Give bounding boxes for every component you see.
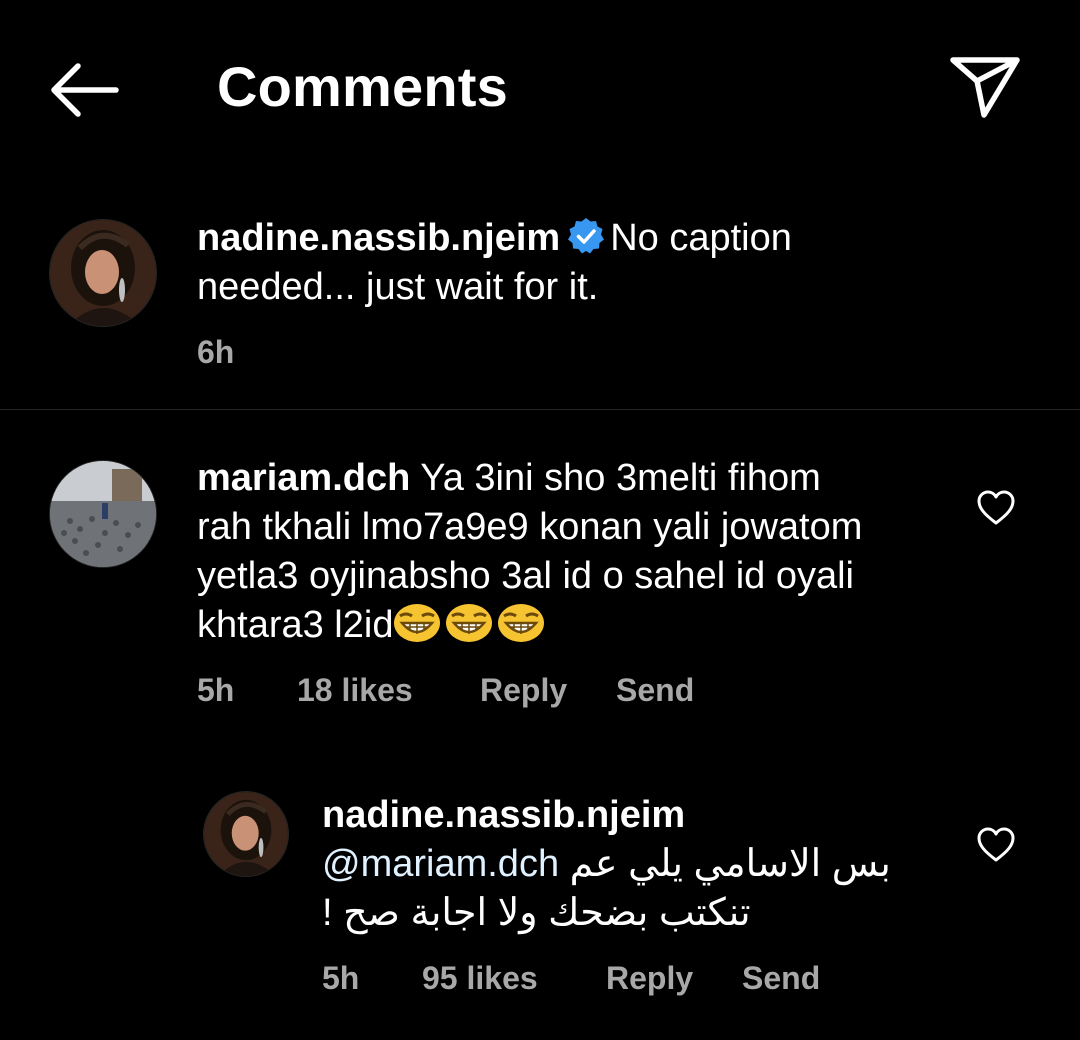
page-title: Comments (217, 55, 508, 118)
laughing-emoji-icon (445, 603, 493, 643)
comment-text-line1: Ya 3ini sho 3melti fihom (420, 457, 821, 499)
avatar[interactable] (49, 460, 157, 568)
comment-text-line2: rah tkhali lmo7a9e9 konan yali jowatom (197, 506, 863, 548)
caption-text-line1: No caption (610, 217, 792, 259)
comment-text-line4: khtara3 l2id (197, 604, 394, 646)
comment-text-line3: yetla3 oyjinabsho 3al id o sahel id oyal… (197, 555, 854, 597)
send-button[interactable]: Send (616, 672, 694, 709)
laughing-emoji-icon (497, 603, 545, 643)
send-button[interactable]: Send (742, 960, 820, 997)
likes-count[interactable]: 95 likes (422, 960, 606, 997)
header-bar: Comments (0, 0, 1080, 175)
back-arrow-icon[interactable] (48, 60, 120, 120)
divider (0, 409, 1080, 410)
comment-timestamp: 5h (197, 672, 235, 708)
reply-timestamp: 5h (322, 960, 360, 996)
reply-username[interactable]: nadine.nassib.njeim (322, 794, 685, 836)
reply-text: nadine.nassib.njeim @mariam.dch بس الاسا… (322, 791, 942, 938)
caption-meta: 6h (197, 334, 234, 371)
comment-username[interactable]: mariam.dch (197, 457, 410, 499)
reply-button[interactable]: Reply (606, 960, 742, 997)
reply-meta: 5h 95 likes Reply Send (322, 960, 820, 997)
caption-username[interactable]: nadine.nassib.njeim (197, 217, 560, 259)
reply-text-line1: بس الاسامي يلي عم (569, 843, 891, 885)
laughing-emoji-icon (393, 603, 441, 643)
reply-button[interactable]: Reply (480, 672, 616, 709)
paper-plane-icon[interactable] (948, 52, 1022, 122)
avatar[interactable] (49, 219, 157, 327)
comment-meta: 5h 18 likes Reply Send (197, 672, 694, 709)
heart-icon[interactable] (976, 825, 1016, 865)
likes-count[interactable]: 18 likes (297, 672, 480, 709)
verified-badge-icon (566, 216, 606, 256)
emoji-group (393, 604, 549, 646)
comments-screen: Comments nadine.nassib.njeim No caption n… (0, 0, 1080, 1040)
mention-link[interactable]: @mariam.dch (322, 843, 559, 885)
caption-text-line2: needed... just wait for it. (197, 266, 599, 308)
caption-text: nadine.nassib.njeim No caption needed... … (197, 214, 977, 312)
heart-icon[interactable] (976, 488, 1016, 528)
avatar[interactable] (203, 791, 289, 877)
reply-text-line2: تنكتب بضحك ولا اجابة صح ! (322, 892, 751, 934)
comment-text: mariam.dch Ya 3ini sho 3melti fihom rah … (197, 454, 957, 650)
caption-timestamp: 6h (197, 334, 235, 370)
